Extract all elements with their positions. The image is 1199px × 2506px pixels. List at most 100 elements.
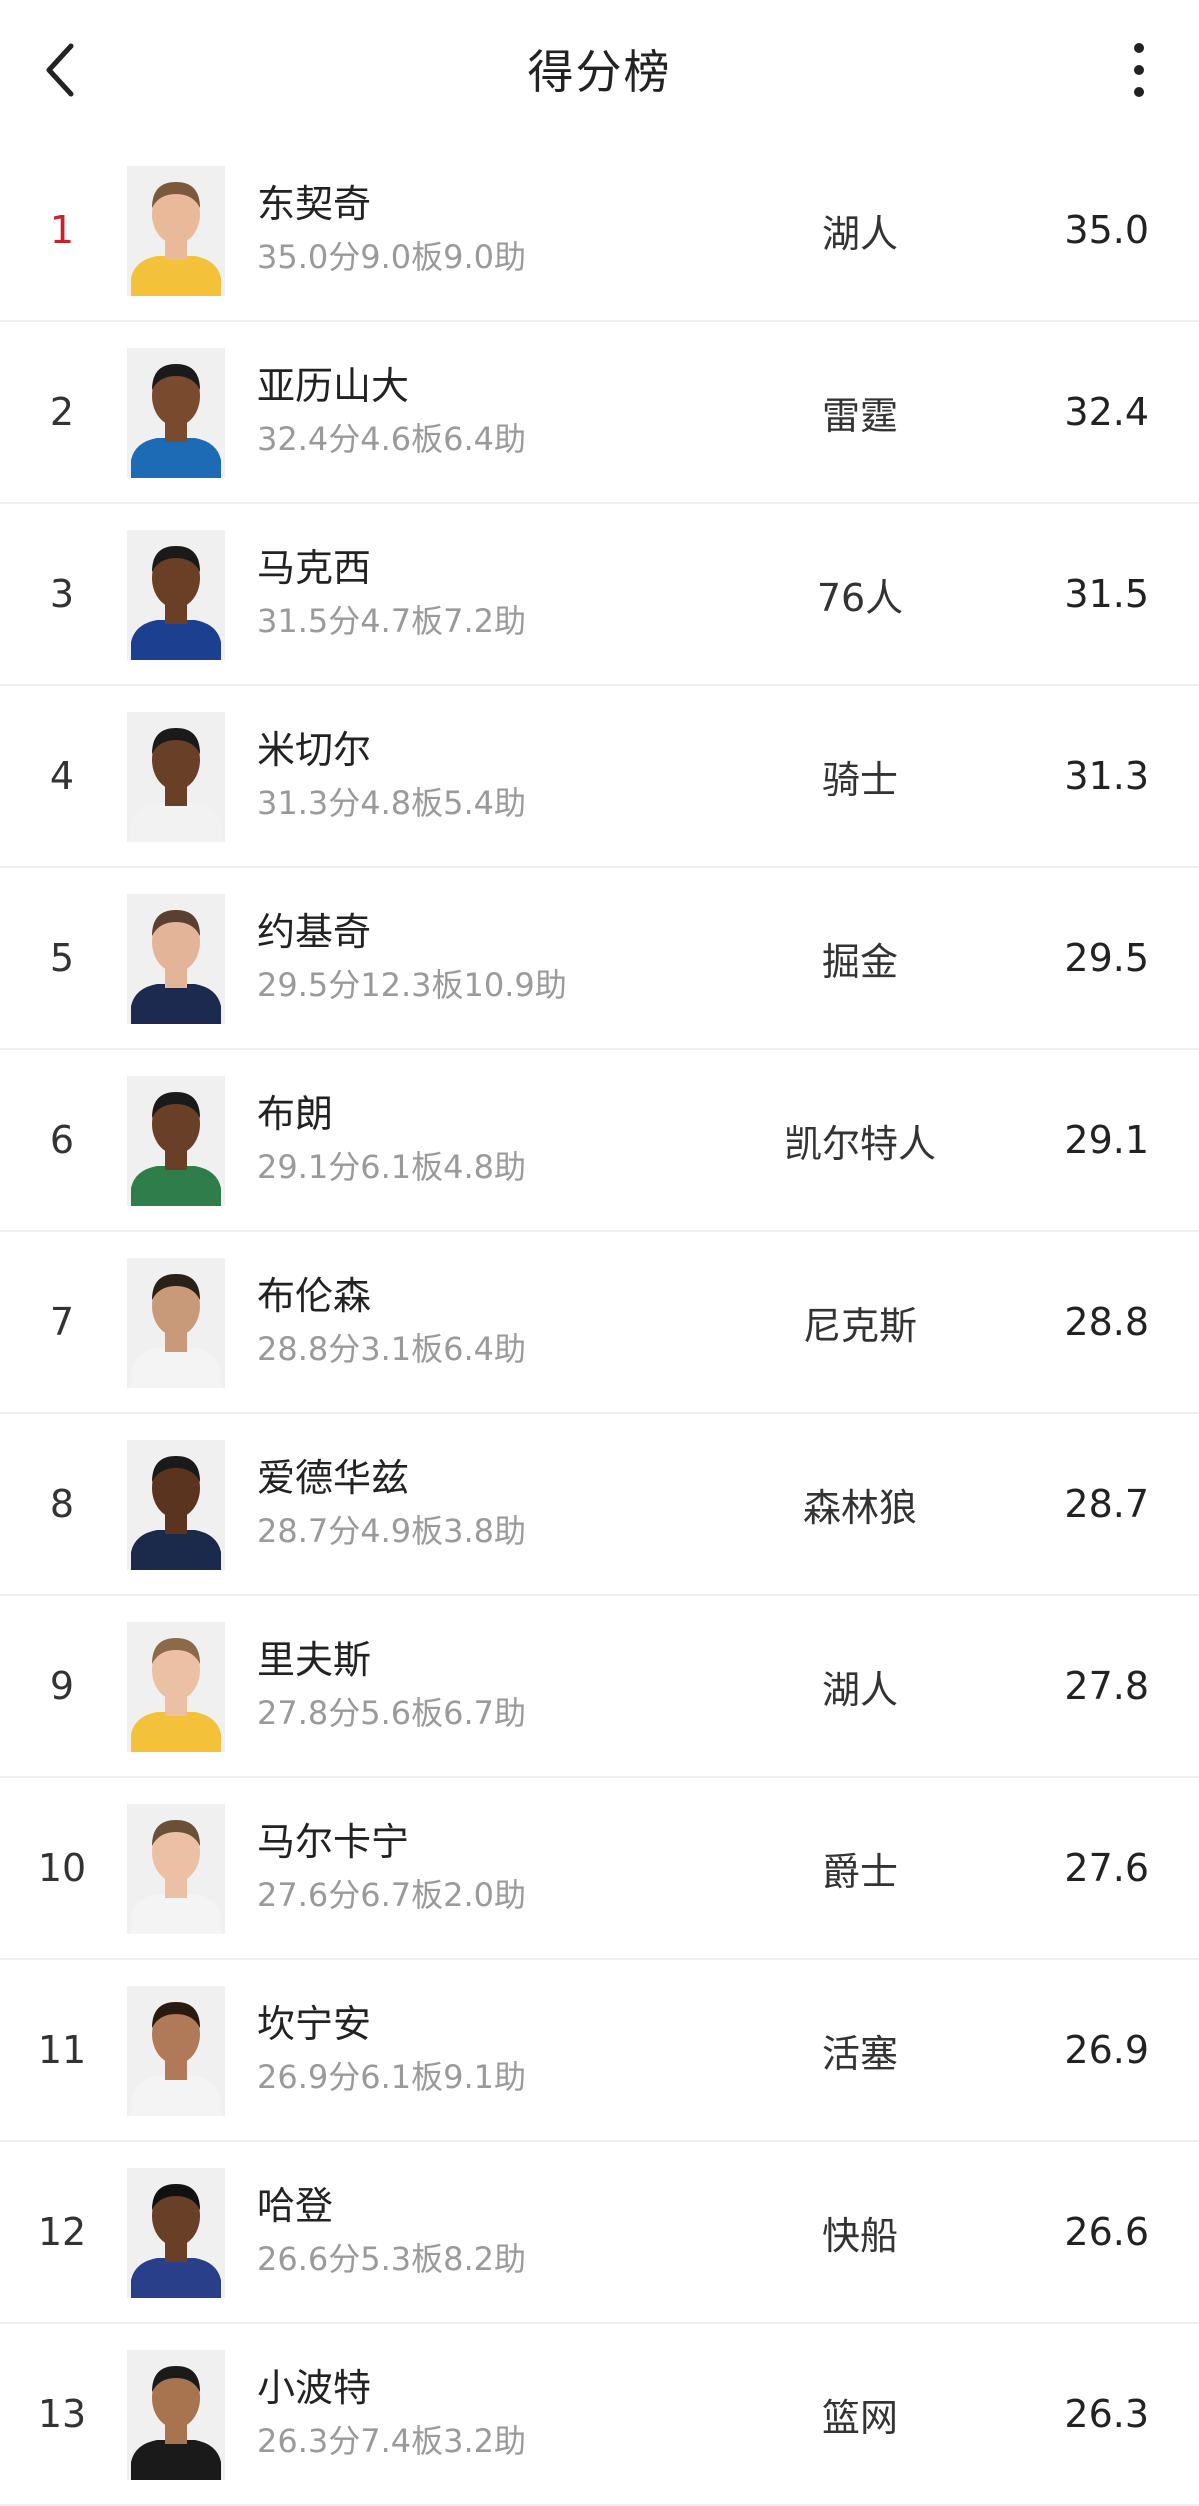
list-item[interactable]: 8 爱德华兹 28.7分4.9板3.8助 森林狼 28.7	[0, 1414, 1199, 1596]
points-value: 27.6	[1064, 1846, 1149, 1890]
team-name: 76人	[816, 575, 904, 620]
player-name: 约基奇	[257, 910, 372, 954]
team-name: 湖人	[821, 211, 898, 256]
points-value: 26.6	[1064, 2210, 1149, 2254]
rank-number: 2	[49, 390, 75, 434]
points-value: 31.5	[1064, 572, 1149, 616]
list-item[interactable]: 6 布朗 29.1分6.1板4.8助 凯尔特人 29.1	[0, 1050, 1199, 1232]
player-photo-icon	[127, 2350, 225, 2480]
player-name: 里夫斯	[257, 1638, 372, 1682]
player-photo-icon	[127, 166, 225, 296]
more-vertical-icon	[1134, 43, 1144, 97]
player-photo-icon	[127, 1622, 225, 1752]
points-value: 29.1	[1064, 1118, 1149, 1162]
list-item[interactable]: 10 马尔卡宁 27.6分6.7板2.0助 爵士 27.6	[0, 1778, 1199, 1960]
player-name: 东契奇	[257, 182, 372, 226]
list-item[interactable]: 9 里夫斯 27.8分5.6板6.7助 湖人 27.8	[0, 1596, 1199, 1778]
rank-number: 13	[37, 2392, 87, 2436]
player-stats: 31.3分4.8板5.4助	[257, 784, 527, 822]
points-value: 28.8	[1064, 1300, 1149, 1344]
more-button[interactable]	[1109, 30, 1169, 110]
player-stats: 28.7分4.9板3.8助	[257, 1512, 527, 1550]
player-name: 亚历山大	[257, 364, 410, 408]
player-avatar	[127, 712, 225, 842]
list-item[interactable]: 7 布伦森 28.8分3.1板6.4助 尼克斯 28.8	[0, 1232, 1199, 1414]
player-stats: 32.4分4.6板6.4助	[257, 420, 527, 458]
points-value: 28.7	[1064, 1482, 1149, 1526]
player-avatar	[127, 1622, 225, 1752]
team-name: 森林狼	[802, 1485, 917, 1530]
team-name: 骑士	[821, 757, 898, 802]
player-avatar	[127, 894, 225, 1024]
player-name: 米切尔	[257, 728, 372, 772]
player-name: 爱德华兹	[257, 1456, 410, 1500]
list-item[interactable]: 11 坎宁安 26.9分6.1板9.1助 活塞 26.9	[0, 1960, 1199, 2142]
team-name: 湖人	[821, 1667, 898, 1712]
player-photo-icon	[127, 712, 225, 842]
player-photo-icon	[127, 1986, 225, 2116]
player-name: 哈登	[257, 2184, 334, 2228]
player-stats: 35.0分9.0板9.0助	[257, 238, 527, 276]
rank-number: 6	[49, 1118, 75, 1162]
points-value: 31.3	[1064, 754, 1149, 798]
player-stats: 29.5分12.3板10.9助	[257, 966, 567, 1004]
player-name: 布伦森	[257, 1274, 372, 1318]
player-avatar	[127, 530, 225, 660]
player-photo-icon	[127, 2168, 225, 2298]
player-stats: 26.3分7.4板3.2助	[257, 2422, 527, 2460]
team-name: 快船	[821, 2213, 898, 2258]
rank-number: 5	[49, 936, 75, 980]
player-name: 马尔卡宁	[257, 1820, 410, 1864]
rank-number: 10	[37, 1846, 87, 1890]
rank-number: 7	[49, 1300, 75, 1344]
player-photo-icon	[127, 348, 225, 478]
player-photo-icon	[127, 894, 225, 1024]
rank-number: 9	[49, 1664, 75, 1708]
player-stats: 27.8分5.6板6.7助	[257, 1694, 527, 1732]
rank-number: 3	[49, 572, 75, 616]
player-avatar	[127, 1440, 225, 1570]
points-value: 35.0	[1064, 208, 1149, 252]
rank-number: 11	[37, 2028, 87, 2072]
player-avatar	[127, 1804, 225, 1934]
player-avatar	[127, 348, 225, 478]
top-bar: 得分榜	[0, 0, 1199, 140]
points-value: 29.5	[1064, 936, 1149, 980]
team-name: 活塞	[821, 2031, 898, 2076]
player-photo-icon	[127, 1804, 225, 1934]
list-item[interactable]: 5 约基奇 29.5分12.3板10.9助 掘金 29.5	[0, 868, 1199, 1050]
team-name: 篮网	[821, 2395, 898, 2440]
list-item[interactable]: 13 小波特 26.3分7.4板3.2助 篮网 26.3	[0, 2324, 1199, 2506]
team-name: 掘金	[821, 939, 898, 984]
rank-number: 1	[49, 208, 75, 252]
player-stats: 27.6分6.7板2.0助	[257, 1876, 527, 1914]
list-item[interactable]: 3 马克西 31.5分4.7板7.2助 76人 31.5	[0, 504, 1199, 686]
team-name: 凯尔特人	[783, 1121, 936, 1166]
player-name: 马克西	[257, 546, 372, 590]
list-item[interactable]: 4 米切尔 31.3分4.8板5.4助 骑士 31.3	[0, 686, 1199, 868]
player-avatar	[127, 1258, 225, 1388]
player-photo-icon	[127, 1258, 225, 1388]
list-item[interactable]: 2 亚历山大 32.4分4.6板6.4助 雷霆 32.4	[0, 322, 1199, 504]
team-name: 爵士	[821, 1849, 898, 1894]
player-avatar	[127, 166, 225, 296]
list-item[interactable]: 1 东契奇 35.0分9.0板9.0助 湖人 35.0	[0, 140, 1199, 322]
points-value: 26.9	[1064, 2028, 1149, 2072]
page-title: 得分榜	[527, 45, 672, 99]
player-stats: 28.8分3.1板6.4助	[257, 1330, 527, 1368]
points-value: 27.8	[1064, 1664, 1149, 1708]
team-name: 雷霆	[821, 393, 898, 438]
points-value: 26.3	[1064, 2392, 1149, 2436]
player-name: 布朗	[257, 1092, 334, 1136]
rank-number: 12	[37, 2210, 87, 2254]
player-photo-icon	[127, 1076, 225, 1206]
team-name: 尼克斯	[802, 1303, 917, 1348]
player-name: 小波特	[257, 2366, 372, 2410]
player-avatar	[127, 1076, 225, 1206]
player-photo-icon	[127, 1440, 225, 1570]
player-avatar	[127, 2350, 225, 2480]
points-value: 32.4	[1064, 390, 1149, 434]
player-name: 坎宁安	[257, 2002, 372, 2046]
player-avatar	[127, 2168, 225, 2298]
list-item[interactable]: 12 哈登 26.6分5.3板8.2助 快船 26.6	[0, 2142, 1199, 2324]
